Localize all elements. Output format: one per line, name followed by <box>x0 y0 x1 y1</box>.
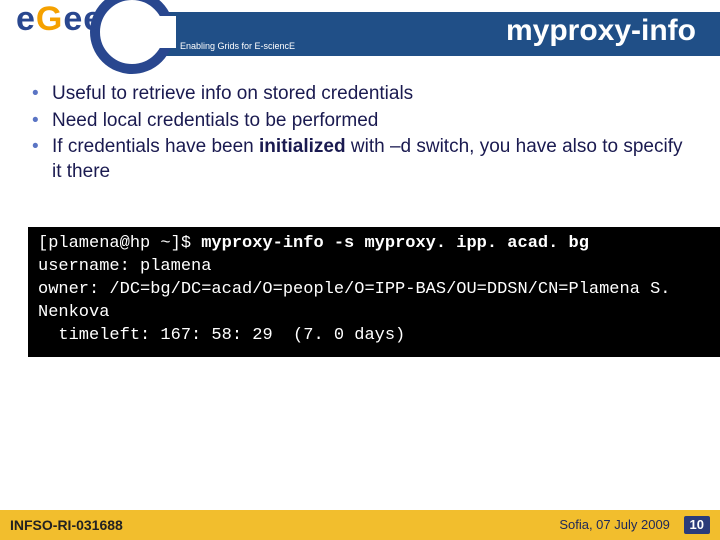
footer-location-date: Sofia, 07 July 2009 <box>559 517 670 532</box>
terminal-command: myproxy-info -s myproxy. ipp. acad. bg <box>201 234 589 253</box>
slide: eGee myproxy-info Enabling Grids for E-s… <box>0 0 720 540</box>
terminal-line: owner: /DC=bg/DC=acad/O=people/O=IPP-BAS… <box>38 280 681 322</box>
logo-tagline: Enabling Grids for E-sciencE <box>180 41 295 51</box>
bullet-text: Need local credentials to be performed <box>52 110 378 131</box>
logo-letter: G <box>36 0 63 38</box>
page-title: myproxy-info <box>506 14 696 48</box>
egee-logo: eGee <box>4 0 164 66</box>
footer-right: Sofia, 07 July 2009 10 <box>559 516 720 534</box>
list-item: If credentials have been initialized wit… <box>28 135 692 184</box>
logo-letter: e <box>16 0 36 38</box>
list-item: Useful to retrieve info on stored creden… <box>28 82 692 107</box>
logo-text: eGee <box>16 0 103 39</box>
terminal-line: timeleft: 167: 58: 29 (7. 0 days) <box>38 326 405 345</box>
footer: INFSO-RI-031688 Sofia, 07 July 2009 10 <box>0 510 720 540</box>
bullet-text: Useful to retrieve info on stored creden… <box>52 83 413 104</box>
page-number: 10 <box>684 516 710 534</box>
content-body: Useful to retrieve info on stored creden… <box>0 64 720 357</box>
terminal-line: username: plamena <box>38 257 211 276</box>
header: eGee myproxy-info Enabling Grids for E-s… <box>0 0 720 64</box>
logo-letter: e <box>83 0 103 38</box>
terminal-block: [plamena@hp ~]$ myproxy-info -s myproxy.… <box>28 227 720 358</box>
bullet-text: If credentials have been <box>52 136 259 157</box>
bullet-list: Useful to retrieve info on stored creden… <box>28 82 692 185</box>
terminal-prompt: [plamena@hp ~]$ <box>38 234 201 253</box>
list-item: Need local credentials to be performed <box>28 109 692 134</box>
footer-left: INFSO-RI-031688 <box>0 517 123 533</box>
logo-letter: e <box>63 0 83 38</box>
bullet-bold: initialized <box>259 136 346 157</box>
